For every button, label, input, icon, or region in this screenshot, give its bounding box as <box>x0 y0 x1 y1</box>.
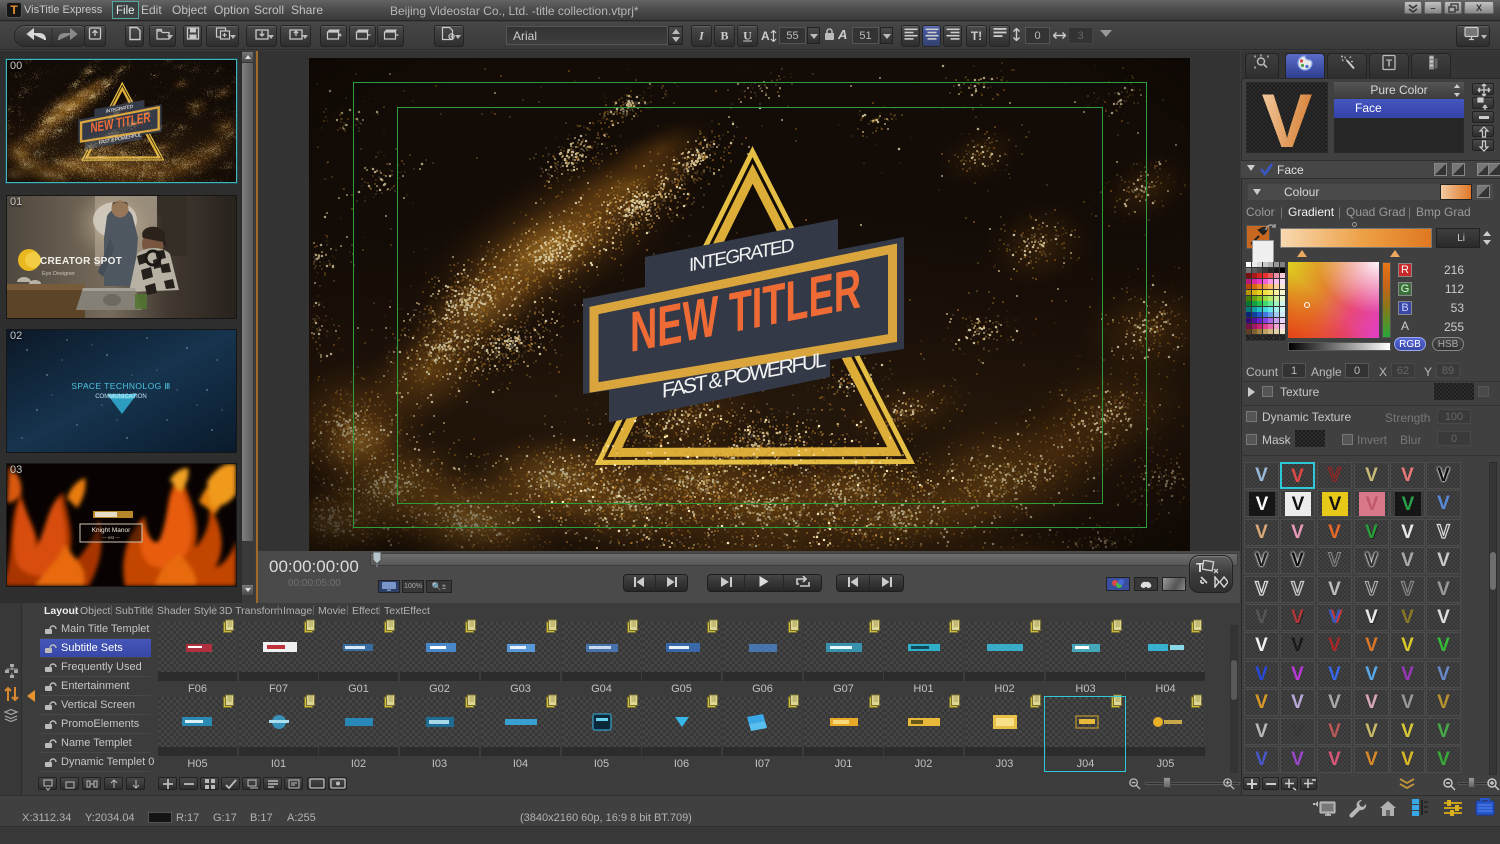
svg-text:Eye Designer: Eye Designer <box>42 271 75 277</box>
svg-text:— est —: — est — <box>102 535 120 540</box>
svg-text:COMMUNICATION: COMMUNICATION <box>95 394 147 400</box>
svg-text:SPACE TECHNOLOG Ⅲ: SPACE TECHNOLOG Ⅲ <box>71 381 170 391</box>
svg-text:V: V <box>1262 86 1313 150</box>
svg-text:CREATOR SPOT: CREATOR SPOT <box>40 256 122 267</box>
svg-text:T: T <box>1386 58 1392 69</box>
svg-text:Knight Manor: Knight Manor <box>92 527 131 534</box>
